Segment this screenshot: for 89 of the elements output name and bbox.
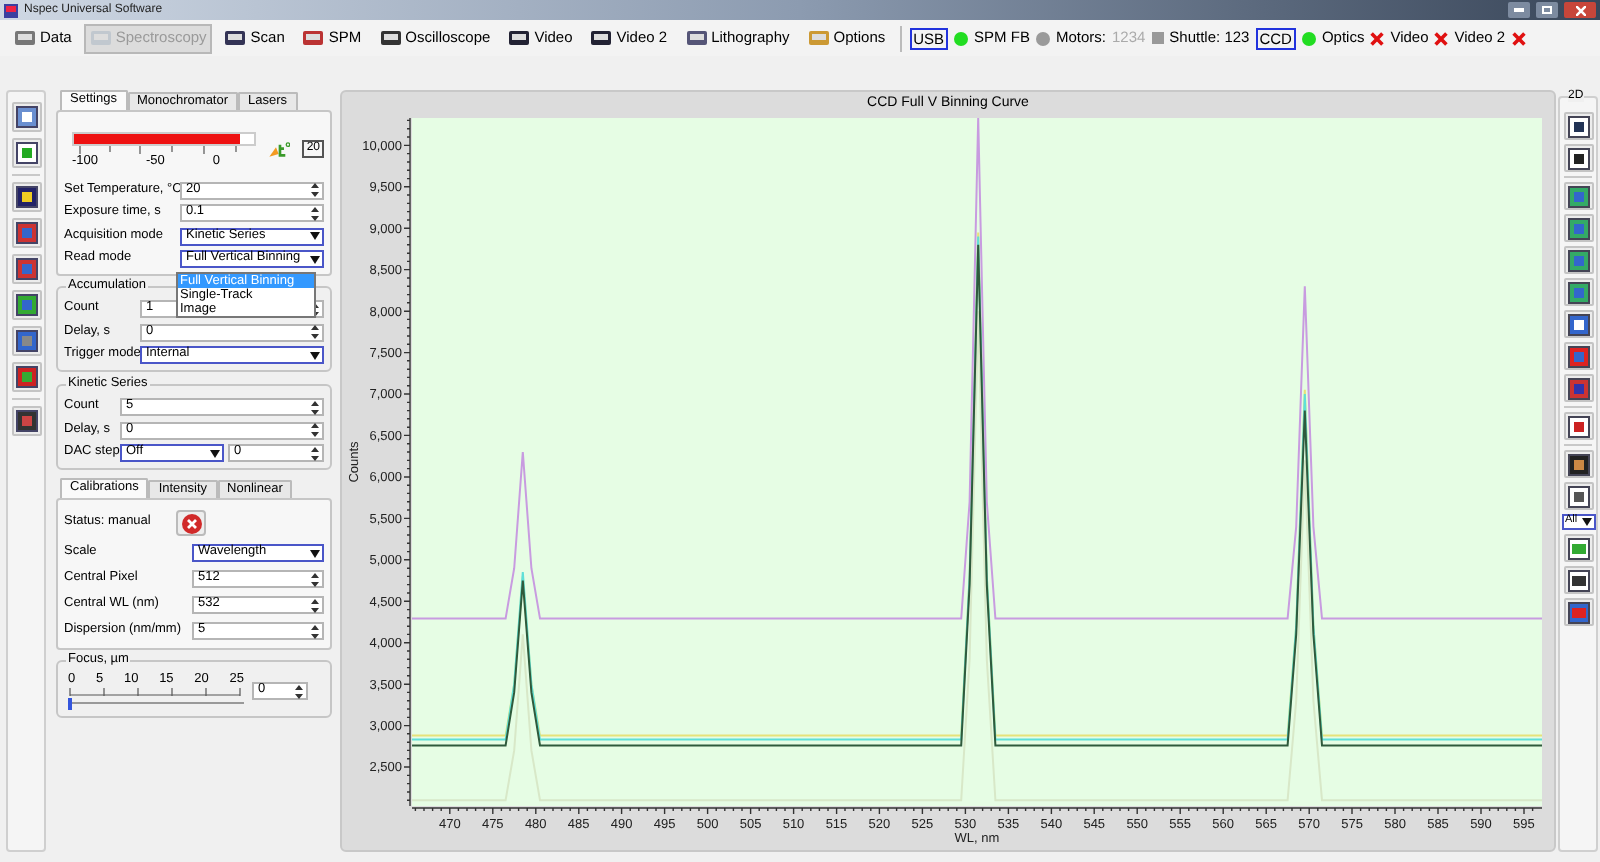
tool-button[interactable] [1563,450,1593,478]
temperature-icon [268,138,291,162]
spin-arrows-icon [310,182,320,198]
spin-arrows-icon [310,445,320,461]
tool-icon [15,330,37,352]
tool-button[interactable] [1563,310,1593,338]
tool-icon [1567,281,1589,303]
caret-icon [1581,518,1591,526]
tool-button[interactable] [1563,598,1593,626]
clear-button[interactable] [176,510,207,536]
tool-icon [15,410,37,432]
spin-arrows-icon [310,205,320,221]
spin-arrows-icon [310,399,320,415]
tool-icon [1567,147,1589,169]
tool-icon [590,28,613,48]
app-icon [4,3,18,17]
tool-icon [15,186,37,208]
tool-button[interactable] [11,326,41,356]
tool-icon [15,258,37,280]
tool-icon [15,142,37,164]
tool-button[interactable] [1563,374,1593,402]
tool-icon [379,28,402,48]
caret-icon [310,232,320,240]
tool-icon [1567,415,1589,437]
tool-button[interactable] [11,182,41,212]
spin-arrows-icon [310,422,320,438]
maximize-button[interactable] [1536,2,1558,18]
tool-icon [807,28,830,48]
tool-button[interactable] [1563,566,1593,594]
tool-button[interactable] [11,138,41,168]
spin-arrows-icon [294,683,304,699]
tool-button[interactable] [11,406,41,436]
tool-icon [1567,537,1589,559]
tool-icon [15,222,37,244]
tool-button[interactable] [1563,278,1593,306]
minimize-button[interactable] [1508,2,1530,18]
cross-icon [1511,31,1526,45]
tool-icon [1567,185,1589,207]
tool-button[interactable] [11,218,41,248]
spin-arrows-icon [310,597,320,613]
cross-icon [1370,31,1385,45]
caret-icon [310,255,320,263]
tool-button[interactable] [1563,482,1593,510]
close-button[interactable] [1564,2,1596,18]
tool-icon [15,366,37,388]
tool-icon [302,28,325,48]
tool-button[interactable] [1563,246,1593,274]
tool-icon [1567,217,1589,239]
slider[interactable] [68,697,244,709]
tool-icon [1567,485,1589,507]
spin-arrows-icon [310,623,320,639]
maximize-icon [1542,6,1552,14]
tool-icon [15,294,37,316]
tool-button[interactable] [1563,534,1593,562]
tool-icon [15,106,37,128]
tool-button[interactable] [11,254,41,284]
tool-button[interactable] [1563,182,1593,210]
tool-icon [1567,345,1589,367]
caret-icon [310,351,320,359]
tool-icon [1567,377,1589,399]
spin-arrows-icon [310,301,320,317]
close-icon [1575,5,1585,15]
tool-icon [1567,569,1589,591]
tool-icon [1567,115,1589,137]
tool-icon [14,28,36,48]
close-icon [181,513,202,533]
tool-button[interactable] [1563,144,1593,172]
tool-button[interactable] [11,290,41,320]
status-square-icon [1151,32,1164,44]
tool-icon [224,28,247,48]
tool-button[interactable] [11,362,41,392]
spin-arrows-icon [310,571,320,587]
spin-arrows-icon [310,324,320,340]
tool-icon [89,28,112,48]
tool-button[interactable] [1563,112,1593,140]
tool-icon [1567,249,1589,271]
tool-button[interactable] [1563,214,1593,242]
tool-button[interactable] [1563,342,1593,370]
tool-icon [508,28,531,48]
tool-button[interactable] [11,102,41,132]
caret-icon [310,549,320,557]
cross-icon [1434,31,1449,45]
tool-icon [1567,453,1589,475]
caret-icon [210,449,220,457]
minimize-icon [1514,8,1524,12]
tool-icon [1567,313,1589,335]
tool-icon [1567,601,1589,623]
tool-button[interactable] [1563,412,1593,440]
tool-icon [685,28,708,48]
